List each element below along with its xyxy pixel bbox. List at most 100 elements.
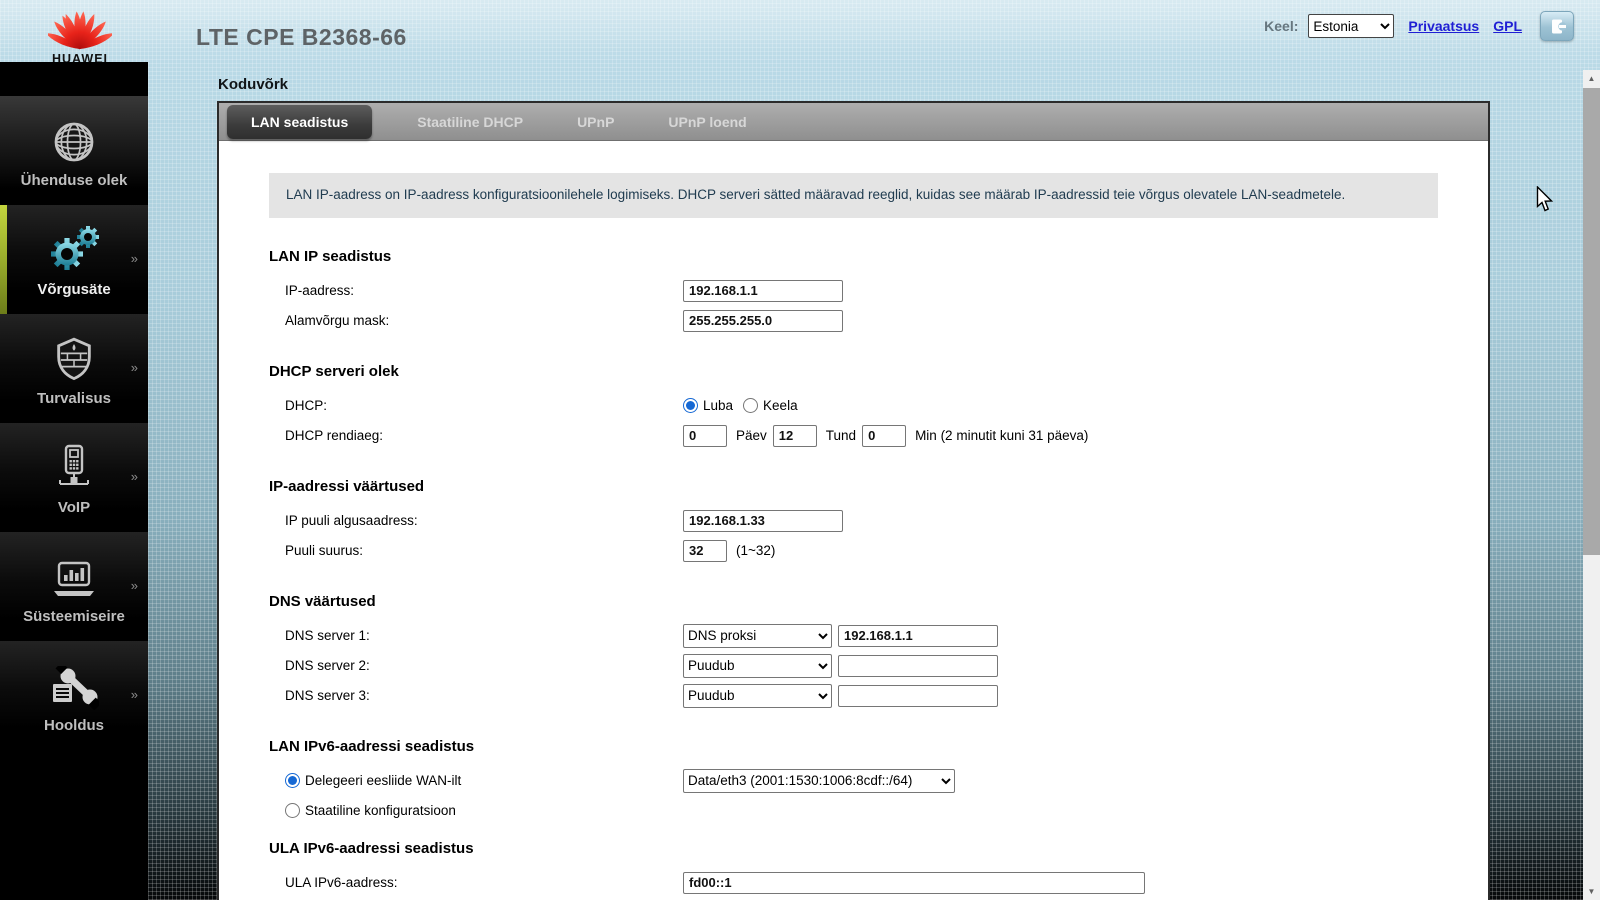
sidebar-item-voip[interactable]: VoIP » <box>0 423 148 532</box>
sidebar-item-security[interactable]: Turvalisus » <box>0 314 148 423</box>
subnet-mask-label: Alamvõrgu mask: <box>285 313 390 329</box>
privacy-link[interactable]: Privaatsus <box>1408 18 1479 34</box>
dns2-row: DNS server 2: Puudub <box>269 651 1438 681</box>
ipv6-static-radio[interactable] <box>285 803 300 819</box>
pool-size-row: Puuli suurus: (1~32) <box>269 536 1438 566</box>
section-lan-ipv6-heading: LAN IPv6-aadressi seadistus <box>269 737 475 755</box>
scroll-down-icon[interactable]: ▼ <box>1583 883 1600 900</box>
ip-address-label: IP-aadress: <box>285 283 355 299</box>
chevron-right-icon: » <box>130 468 138 484</box>
subnet-mask-input[interactable] <box>683 309 843 332</box>
dhcp-enable-label: Luba <box>703 398 734 414</box>
dhcp-lease-row: DHCP rendiaeg: Päev Tund Min (2 minutit … <box>269 421 1438 451</box>
dhcp-lease-label: DHCP rendiaeg: <box>285 428 384 444</box>
chevron-right-icon: » <box>130 250 138 266</box>
sidebar-item-system-monitoring[interactable]: Süsteemiseire » <box>0 532 148 641</box>
dns2-address-input[interactable] <box>838 654 998 677</box>
sidebar-item-label: Turvalisus <box>37 389 111 407</box>
lease-minutes-unit: Min (2 minutit kuni 31 päeva) <box>915 428 1089 444</box>
lease-days-input[interactable] <box>683 424 727 447</box>
ipv6-prefix-select[interactable]: Data/eth3 (2001:1530:1006:8cdf::/64) <box>683 768 955 793</box>
dhcp-disable-label: Keela <box>763 398 798 414</box>
dhcp-label: DHCP: <box>285 398 328 414</box>
sidebar-item-label: VoIP <box>57 498 91 516</box>
vertical-scrollbar[interactable]: ▲ ▼ <box>1583 70 1600 900</box>
scrollbar-thumb[interactable] <box>1583 88 1600 555</box>
phone-icon <box>53 440 95 492</box>
sidebar-item-connection-status[interactable]: Ühenduse olek <box>0 96 148 205</box>
lease-minutes-input[interactable] <box>862 424 907 447</box>
ula-address-input[interactable] <box>683 871 1145 894</box>
chevron-right-icon: » <box>130 359 138 375</box>
dns1-mode-select[interactable]: DNS proksi <box>683 623 832 648</box>
tab-upnp[interactable]: UPnP <box>550 103 641 141</box>
dhcp-enable-radio[interactable] <box>683 398 698 414</box>
dns1-address-input[interactable] <box>838 624 998 647</box>
tab-upnp-list[interactable]: UPnP loend <box>641 103 773 141</box>
ipv6-static-label: Staatiline konfiguratsioon <box>305 803 456 819</box>
huawei-flower-icon <box>45 11 115 50</box>
globe-icon <box>51 113 97 165</box>
language-select[interactable]: Estonia <box>1308 14 1395 38</box>
section-ip-pool-heading: IP-aadressi väärtused <box>269 477 425 495</box>
sidebar-item-label: Võrgusäte <box>37 280 111 298</box>
gpl-link[interactable]: GPL <box>1493 18 1522 34</box>
dns1-label: DNS server 1: <box>285 628 370 644</box>
pool-start-label: IP puuli algusaadress: <box>285 513 418 529</box>
dhcp-row: DHCP: Luba Keela <box>269 391 1438 421</box>
pool-start-input[interactable] <box>683 509 843 532</box>
mouse-cursor-icon <box>1536 185 1554 218</box>
lease-hours-input[interactable] <box>772 424 817 447</box>
tab-static-dhcp[interactable]: Staatiline DHCP <box>390 103 550 141</box>
pool-size-hint: (1~32) <box>736 543 776 559</box>
ipv6-delegate-row: Delegeeri eesliide WAN-ilt Data/eth3 (20… <box>269 766 1438 796</box>
ula-address-label: ULA IPv6-aadress: <box>285 875 398 891</box>
section-lan-ip-heading: LAN IP seadistus <box>269 247 392 265</box>
info-box: LAN IP-aadress on IP-aadress konfigurats… <box>269 173 1438 218</box>
sidebar-item-label: Süsteemiseire <box>23 607 125 625</box>
gears-icon <box>46 222 102 274</box>
ipv6-static-row: Staatiline konfiguratsioon <box>269 796 1438 826</box>
header: HUAWEI LTE CPE B2368-66 Keel: Estonia Pr… <box>0 0 1600 66</box>
ula-address-row: ULA IPv6-aadress: <box>269 868 1438 898</box>
pool-size-input[interactable] <box>683 539 727 562</box>
ipv6-delegate-radio[interactable] <box>285 773 300 789</box>
dhcp-disable-radio[interactable] <box>743 398 759 414</box>
huawei-logo: HUAWEI <box>44 4 116 66</box>
pool-start-row: IP puuli algusaadress: <box>269 506 1438 536</box>
dns2-label: DNS server 2: <box>285 658 370 674</box>
wrench-icon <box>49 658 99 710</box>
dns2-mode-select[interactable]: Puudub <box>683 653 832 678</box>
dns1-row: DNS server 1: DNS proksi <box>269 621 1438 651</box>
dns3-row: DNS server 3: Puudub <box>269 681 1438 711</box>
chevron-right-icon: » <box>130 686 138 702</box>
tab-lan-settings[interactable]: LAN seadistus <box>227 104 373 139</box>
sidebar-item-label: Ühenduse olek <box>20 171 128 189</box>
monitor-icon <box>50 549 98 601</box>
page: HUAWEI LTE CPE B2368-66 Keel: Estonia Pr… <box>0 0 1600 900</box>
ipv6-delegate-label: Delegeeri eesliide WAN-ilt <box>305 773 462 789</box>
section-ula-ipv6-heading: ULA IPv6-aadressi seadistus <box>269 839 474 857</box>
dns3-mode-select[interactable]: Puudub <box>683 683 832 708</box>
logout-button[interactable] <box>1540 11 1574 41</box>
subnet-mask-row: Alamvõrgu mask: <box>269 306 1438 336</box>
scroll-up-icon[interactable]: ▲ <box>1583 70 1600 87</box>
pool-size-label: Puuli suurus: <box>285 543 364 559</box>
logout-door-icon <box>1551 19 1566 33</box>
section-dns-heading: DNS väärtused <box>269 592 376 610</box>
ip-address-input[interactable] <box>683 279 843 302</box>
chevron-right-icon: » <box>130 577 138 593</box>
content-panel: LAN seadistus Staatiline DHCP UPnP UPnP … <box>217 101 1490 900</box>
tab-bar: LAN seadistus Staatiline DHCP UPnP UPnP … <box>219 103 1488 141</box>
shield-icon <box>52 331 96 383</box>
device-title: LTE CPE B2368-66 <box>196 24 407 50</box>
lease-hours-unit: Tund <box>825 428 857 444</box>
sidebar-item-network-settings[interactable]: Võrgusäte » <box>0 205 148 314</box>
sidebar: Ühenduse olek Võrgusäte » Turvalisus » V… <box>0 62 148 900</box>
sidebar-item-maintenance[interactable]: Hooldus » <box>0 641 148 750</box>
language-label: Keel: <box>1264 18 1299 34</box>
section-dhcp-heading: DHCP serveri olek <box>269 362 399 380</box>
sidebar-item-label: Hooldus <box>44 716 104 734</box>
page-title: Koduvõrk <box>218 76 289 93</box>
dns3-address-input[interactable] <box>838 684 998 707</box>
